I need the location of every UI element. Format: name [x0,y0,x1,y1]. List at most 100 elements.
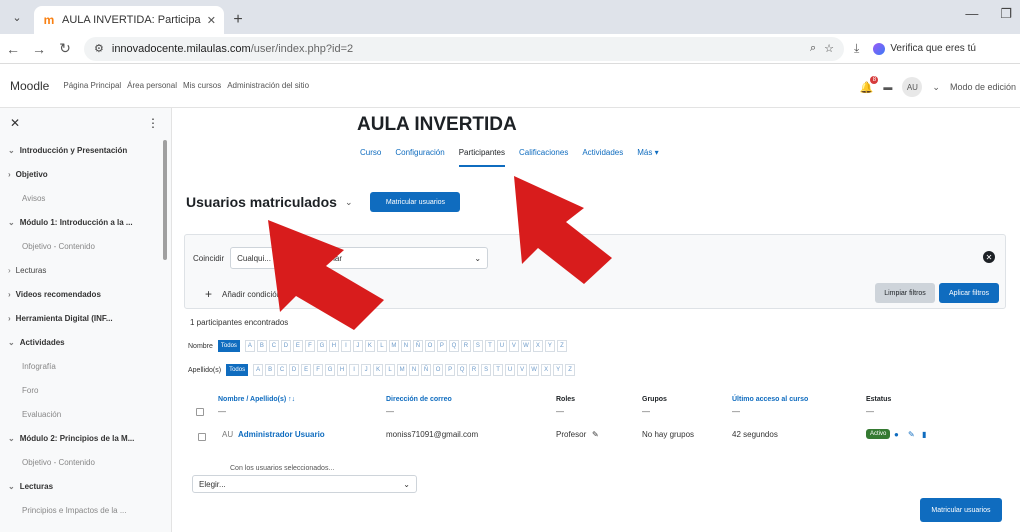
initial-letter-button[interactable]: V [517,364,528,376]
tab-more[interactable]: Más ▾ [637,148,658,167]
minimize-icon[interactable]: — [965,6,978,22]
initial-letter-button[interactable]: Z [556,340,567,352]
zoom-icon[interactable]: ⌕ [810,42,816,55]
column-roles-collapse[interactable]: — [556,407,564,416]
chevron-down-icon[interactable]: ⌄ [8,146,15,155]
sidebar-item[interactable]: ⌄ Módulo 2: Principios de la M... [0,426,171,450]
enrolment-info-icon[interactable]: ● [894,430,899,439]
edit-role-pencil-icon[interactable]: ✎ [592,430,599,439]
back-icon[interactable]: ← [0,41,26,57]
initial-letter-button[interactable]: Ñ [412,340,423,352]
column-status-collapse[interactable]: — [866,407,874,416]
tab-activities[interactable]: Actividades [582,148,623,167]
sidebar-item[interactable]: Foro [0,378,171,402]
sidebar-item[interactable]: Principios e Impactos de la ... [0,498,171,522]
tab-participants[interactable]: Participantes [458,148,505,167]
forward-icon[interactable]: → [26,41,52,57]
tab-settings[interactable]: Configuración [395,148,444,167]
drawer-menu-icon[interactable]: ⋮ [147,116,159,130]
initial-letter-button[interactable]: H [328,340,339,352]
initial-letter-button[interactable]: F [304,340,315,352]
initial-letter-button[interactable]: Z [565,364,576,376]
initial-letter-button[interactable]: U [505,364,516,376]
initial-letter-button[interactable]: A [253,364,264,376]
initial-letter-button[interactable]: H [337,364,348,376]
column-last-access-collapse[interactable]: — [732,407,740,416]
filter-type-select[interactable]: ...eccionar ⌄ [298,247,489,269]
nav-dashboard[interactable]: Área personal [127,81,177,90]
column-name-collapse[interactable]: — [218,407,226,416]
column-groups-collapse[interactable]: — [642,407,650,416]
initial-letter-button[interactable]: N [400,340,411,352]
initial-letter-button[interactable]: X [532,340,543,352]
sidebar-item[interactable]: ⌄ Actividades [0,330,171,354]
user-avatar[interactable]: AU [902,77,923,97]
initial-letter-button[interactable]: X [541,364,552,376]
initial-letter-button[interactable]: F [313,364,324,376]
heading-chevron-down-icon[interactable]: ⌄ [345,197,353,208]
initial-letter-button[interactable]: P [445,364,456,376]
sidebar-item[interactable]: › Lecturas [0,258,171,282]
select-all-checkbox[interactable] [196,408,204,416]
chevron-down-icon[interactable]: ⌄ [8,434,15,443]
chevron-right-icon[interactable]: › [8,170,11,179]
initial-letter-button[interactable]: C [268,340,279,352]
chevron-down-icon[interactable]: ⌄ [8,338,15,347]
initial-letter-button[interactable]: L [376,340,387,352]
initial-letter-button[interactable]: U [496,340,507,352]
clear-filters-button[interactable]: Limpiar filtros [875,283,935,303]
unenrol-trash-icon[interactable]: ▮ [922,430,926,439]
tab-list-chevron-icon[interactable]: ⌄ [0,0,34,34]
sidebar-item[interactable]: ⌄ Introducción y Presentación [0,138,171,162]
tab-grades[interactable]: Calificaciones [519,148,568,167]
remove-filter-icon[interactable]: ✕ [983,251,995,263]
initial-letter-button[interactable]: K [373,364,384,376]
column-last-access-header[interactable]: Último acceso al curso [732,396,808,403]
sidebar-item[interactable]: Avisos [0,186,171,210]
initial-letter-button[interactable]: G [325,364,336,376]
initial-letter-button[interactable]: R [460,340,471,352]
match-select[interactable]: Cualqui... [230,247,293,269]
initial-letter-button[interactable]: M [388,340,399,352]
initial-letter-button[interactable]: P [436,340,447,352]
initial-letter-button[interactable]: L [385,364,396,376]
initial-letter-button[interactable]: M [397,364,408,376]
enrol-users-bottom-button[interactable]: Matricular usuarios [920,498,1002,522]
column-email-header[interactable]: Dirección de correo [386,396,452,403]
initial-letter-button[interactable]: B [256,340,267,352]
close-drawer-icon[interactable]: ✕ [10,116,20,130]
initial-letter-button[interactable]: S [481,364,492,376]
messages-icon[interactable]: ▬ [883,82,892,92]
reload-icon[interactable]: ↻ [52,40,78,57]
chevron-right-icon[interactable]: › [8,290,11,299]
notifications-bell-icon[interactable]: 🔔 8 [860,75,879,94]
add-condition-plus-icon[interactable]: + [205,287,212,301]
participants-heading[interactable]: Usuarios matriculados [186,194,337,210]
initial-letter-button[interactable]: T [484,340,495,352]
initial-letter-button[interactable]: S [472,340,483,352]
apply-filters-button[interactable]: Aplicar filtros [939,283,999,303]
add-condition-link[interactable]: Añadir condición [222,290,281,299]
sidebar-item[interactable]: › Objetivo [0,162,171,186]
sidebar-item[interactable]: Objetivo - Contenido [0,450,171,474]
initial-letter-button[interactable]: Ñ [421,364,432,376]
chevron-down-icon[interactable]: ⌄ [8,218,15,227]
enrol-users-button[interactable]: Matricular usuarios [370,192,461,212]
initial-letter-button[interactable]: Y [553,364,564,376]
sidebar-item[interactable]: ⌄ Lecturas [0,474,171,498]
browser-tab[interactable]: m AULA INVERTIDA: Participantes ✕ [34,6,224,34]
initial-letter-button[interactable]: B [265,364,276,376]
initial-letter-button[interactable]: D [280,340,291,352]
chevron-right-icon[interactable]: › [8,314,11,323]
url-field[interactable]: ⚙ innovadocente.milaulas.com/user/index.… [84,36,844,61]
chevron-right-icon[interactable]: › [8,266,11,275]
sidebar-item[interactable]: › Herramienta Digital (INF... [0,306,171,330]
initial-letter-button[interactable]: O [433,364,444,376]
initial-letter-button[interactable]: J [352,340,363,352]
initial-letter-button[interactable]: Y [544,340,555,352]
sidebar-item[interactable]: Infografía [0,354,171,378]
initial-letter-button[interactable]: G [316,340,327,352]
user-menu-chevron-icon[interactable]: ⌄ [932,82,940,93]
column-email-collapse[interactable]: — [386,407,394,416]
initial-letter-button[interactable]: I [340,340,351,352]
